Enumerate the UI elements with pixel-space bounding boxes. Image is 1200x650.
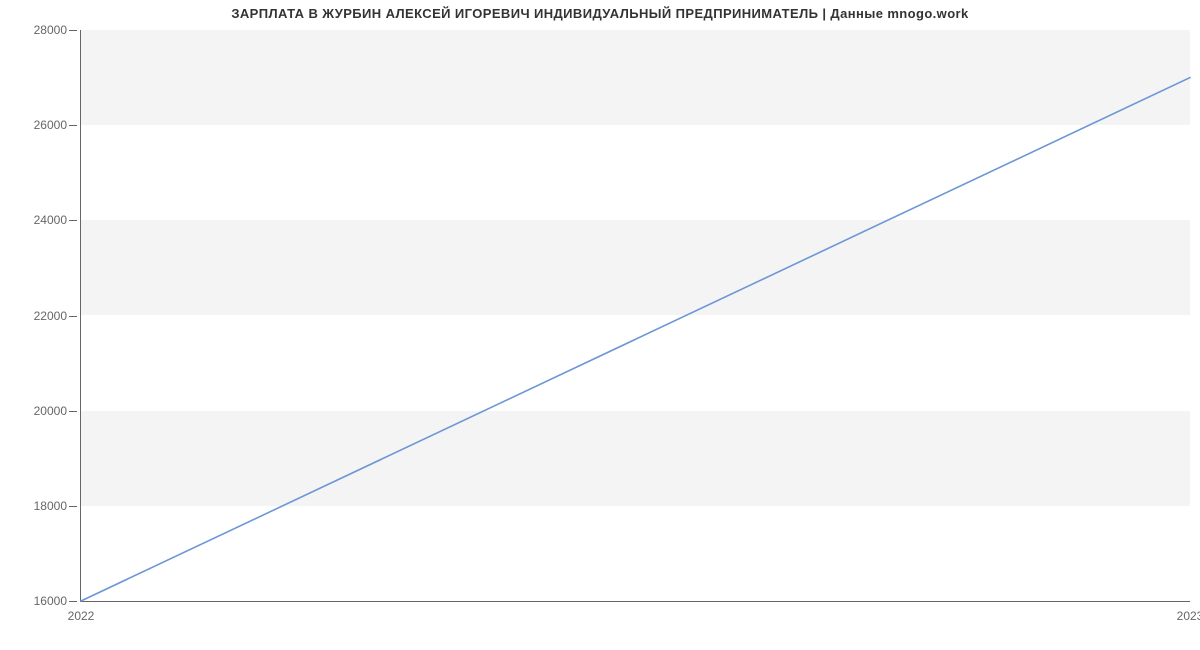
y-tick-label: 20000	[34, 404, 67, 418]
x-tick-label: 2023	[1177, 609, 1200, 623]
y-tick	[69, 506, 77, 507]
y-tick-label: 16000	[34, 594, 67, 608]
series-line	[81, 78, 1190, 601]
y-tick-label: 18000	[34, 499, 67, 513]
x-tick-label: 2022	[68, 609, 95, 623]
y-tick	[69, 316, 77, 317]
line-series-layer	[81, 30, 1190, 601]
y-tick	[69, 30, 77, 31]
y-tick	[69, 220, 77, 221]
y-tick-label: 28000	[34, 23, 67, 37]
chart-title: ЗАРПЛАТА В ЖУРБИН АЛЕКСЕЙ ИГОРЕВИЧ ИНДИВ…	[0, 6, 1200, 21]
y-tick-label: 24000	[34, 213, 67, 227]
y-tick-label: 22000	[34, 309, 67, 323]
chart-container: ЗАРПЛАТА В ЖУРБИН АЛЕКСЕЙ ИГОРЕВИЧ ИНДИВ…	[0, 0, 1200, 650]
y-tick-label: 26000	[34, 118, 67, 132]
y-tick	[69, 125, 77, 126]
plot-area: 28000 26000 24000 22000 20000 18000 1600…	[80, 30, 1190, 602]
y-tick	[69, 601, 77, 602]
y-tick	[69, 411, 77, 412]
